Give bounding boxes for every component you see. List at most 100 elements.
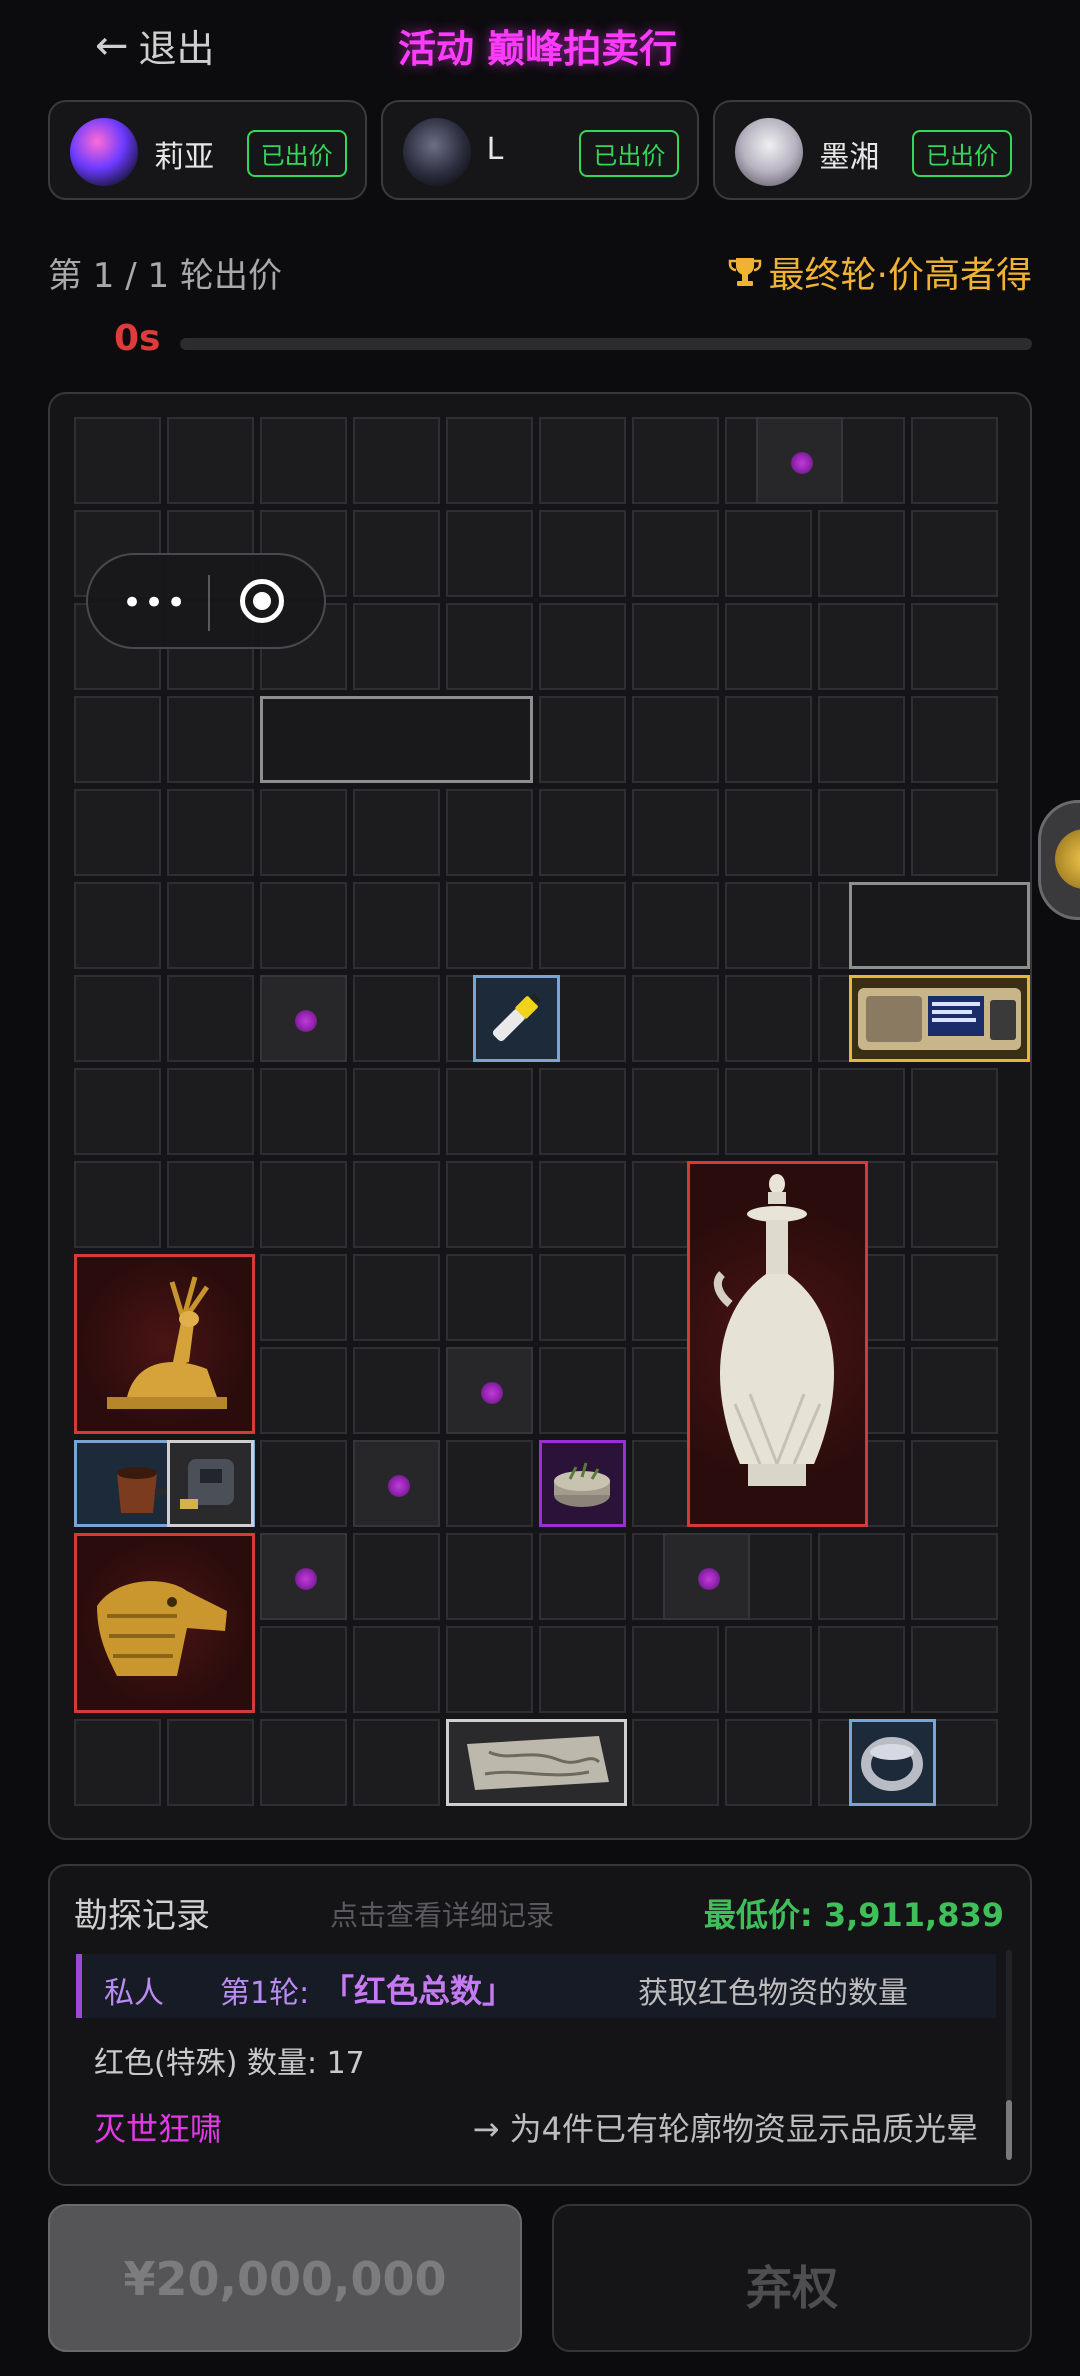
grid-cell[interactable] <box>446 1533 533 1620</box>
grid-cell[interactable] <box>353 789 440 876</box>
grid-cell[interactable] <box>74 1068 161 1155</box>
grid-cell[interactable] <box>167 696 254 783</box>
exit-button[interactable]: ← 退出 <box>95 18 215 73</box>
grid-cell[interactable] <box>818 1626 905 1713</box>
grid-cell[interactable] <box>260 417 347 504</box>
grid-cell[interactable] <box>725 1626 812 1713</box>
grid-cell[interactable] <box>446 789 533 876</box>
grid-cell[interactable] <box>818 1068 905 1155</box>
grid-cell[interactable] <box>911 1161 998 1248</box>
grid-cell[interactable] <box>911 696 998 783</box>
grid-cell[interactable] <box>446 1626 533 1713</box>
grid-cell[interactable] <box>353 1533 440 1620</box>
grid-cell[interactable] <box>725 882 812 969</box>
grid-cell[interactable] <box>260 1719 347 1806</box>
bid-button[interactable]: ¥20,000,000 <box>48 2204 522 2352</box>
grid-cell[interactable] <box>446 882 533 969</box>
grid-cell[interactable] <box>353 510 440 597</box>
grid-cell[interactable] <box>167 1161 254 1248</box>
item-golden-deer[interactable] <box>74 1254 255 1434</box>
item-tape-measure[interactable] <box>167 1440 254 1527</box>
grid-cell[interactable] <box>260 1161 347 1248</box>
grid-cell[interactable] <box>725 1719 812 1806</box>
grid-cell[interactable] <box>539 1068 626 1155</box>
close-target-button[interactable] <box>240 579 284 623</box>
grid-cell[interactable] <box>260 789 347 876</box>
grid-cell[interactable] <box>446 1161 533 1248</box>
waive-button[interactable]: 弃权 <box>552 2204 1032 2352</box>
item-herb-tin[interactable] <box>539 1440 626 1527</box>
item-outline-silhouette[interactable] <box>849 882 1030 969</box>
grid-cell[interactable] <box>725 789 812 876</box>
grid-cell[interactable] <box>725 696 812 783</box>
grid-cell[interactable] <box>260 1068 347 1155</box>
grid-cell[interactable] <box>446 1068 533 1155</box>
grid-cell[interactable] <box>725 975 812 1062</box>
grid-cell[interactable] <box>911 603 998 690</box>
grid-cell[interactable] <box>74 975 161 1062</box>
grid-cell[interactable] <box>353 603 440 690</box>
grid-cell[interactable] <box>167 417 254 504</box>
grid-cell[interactable] <box>539 789 626 876</box>
grid-cell[interactable] <box>539 1161 626 1248</box>
quality-glow-cell[interactable] <box>260 1533 347 1620</box>
grid-cell[interactable] <box>446 603 533 690</box>
grid-cell[interactable] <box>632 1068 719 1155</box>
grid-cell[interactable] <box>446 1254 533 1341</box>
quality-glow-cell[interactable] <box>353 1440 440 1527</box>
grid-cell[interactable] <box>911 1068 998 1155</box>
item-golden-anubis-head[interactable] <box>74 1533 255 1713</box>
grid-cell[interactable] <box>353 1254 440 1341</box>
grid-cell[interactable] <box>818 696 905 783</box>
grid-cell[interactable] <box>74 1161 161 1248</box>
grid-cell[interactable] <box>632 882 719 969</box>
item-celadon-vase[interactable] <box>687 1161 868 1527</box>
grid-cell[interactable] <box>539 417 626 504</box>
grid-cell[interactable] <box>446 510 533 597</box>
grid-cell[interactable] <box>911 789 998 876</box>
grid-cell[interactable] <box>632 603 719 690</box>
grid-cell[interactable] <box>260 1254 347 1341</box>
grid-cell[interactable] <box>353 1161 440 1248</box>
grid-cell[interactable] <box>353 1347 440 1434</box>
grid-cell[interactable] <box>911 1626 998 1713</box>
grid-cell[interactable] <box>632 510 719 597</box>
grid-cell[interactable] <box>632 417 719 504</box>
item-electronic-device[interactable] <box>849 975 1030 1062</box>
item-metal-ring[interactable] <box>849 1719 936 1806</box>
grid-cell[interactable] <box>167 1068 254 1155</box>
grid-cell[interactable] <box>818 510 905 597</box>
grid-cell[interactable] <box>632 1626 719 1713</box>
grid-cell[interactable] <box>353 882 440 969</box>
grid-cell[interactable] <box>632 789 719 876</box>
side-float-button[interactable] <box>1038 800 1080 920</box>
grid-cell[interactable] <box>539 603 626 690</box>
grid-cell[interactable] <box>446 1440 533 1527</box>
quality-glow-cell[interactable] <box>663 1533 750 1620</box>
grid-cell[interactable] <box>353 1626 440 1713</box>
log-detail-hint[interactable]: 点击查看详细记录 <box>330 1894 554 1934</box>
grid-cell[interactable] <box>632 696 719 783</box>
grid-cell[interactable] <box>74 696 161 783</box>
item-outline-silhouette[interactable] <box>260 696 533 783</box>
item-old-map[interactable] <box>446 1719 627 1806</box>
grid-cell[interactable] <box>167 1719 254 1806</box>
grid-cell[interactable] <box>632 975 719 1062</box>
grid-cell[interactable] <box>911 1440 998 1527</box>
grid-cell[interactable] <box>725 1068 812 1155</box>
grid-cell[interactable] <box>353 417 440 504</box>
item-injector-pen[interactable] <box>473 975 560 1062</box>
quality-glow-cell[interactable] <box>260 975 347 1062</box>
grid-cell[interactable] <box>539 882 626 969</box>
grid-cell[interactable] <box>353 1068 440 1155</box>
grid-cell[interactable] <box>353 975 440 1062</box>
grid-cell[interactable] <box>911 1533 998 1620</box>
grid-cell[interactable] <box>353 1719 440 1806</box>
grid-cell[interactable] <box>818 1533 905 1620</box>
grid-cell[interactable] <box>167 975 254 1062</box>
more-options-button[interactable]: ••• <box>122 586 188 620</box>
log-scrollbar[interactable] <box>1006 1950 1012 2160</box>
grid-cell[interactable] <box>260 1440 347 1527</box>
grid-cell[interactable] <box>167 789 254 876</box>
grid-cell[interactable] <box>539 1347 626 1434</box>
